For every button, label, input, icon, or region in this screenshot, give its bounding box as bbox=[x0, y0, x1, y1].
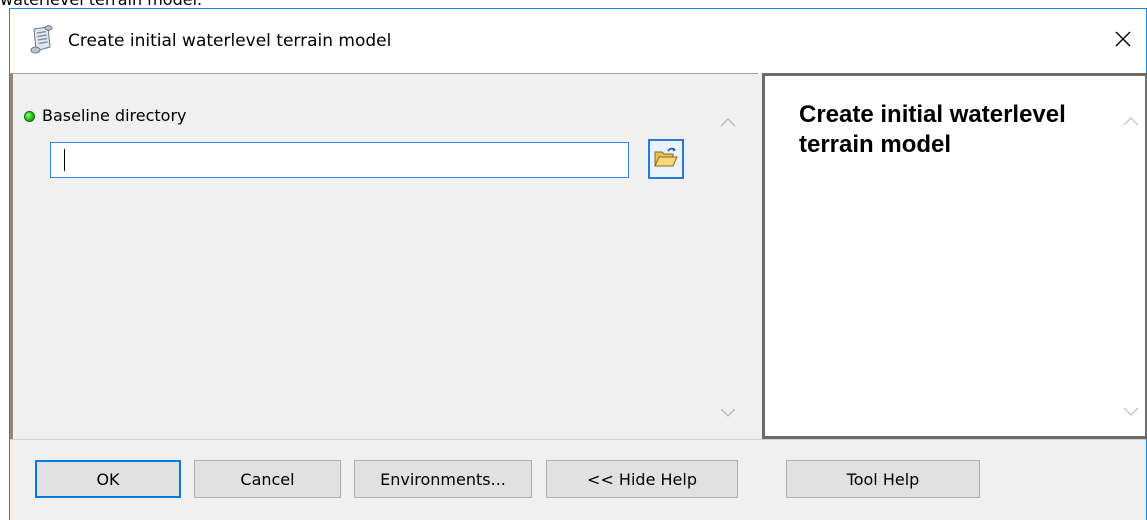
close-icon bbox=[1114, 30, 1132, 52]
help-title: Create initial waterlevel terrain model bbox=[799, 101, 1066, 158]
window-title: Create initial waterlevel terrain model bbox=[68, 31, 392, 51]
baseline-directory-input[interactable] bbox=[50, 142, 629, 178]
toolbox-script-icon bbox=[28, 25, 56, 55]
help-scrollbar[interactable] bbox=[1119, 81, 1143, 416]
parameters-pane: Baseline directory bbox=[10, 73, 758, 439]
required-parameter-dot-icon bbox=[24, 110, 35, 122]
help-pane: Create initial waterlevel terrain model bbox=[762, 73, 1147, 439]
help-scroll-down-icon[interactable] bbox=[1123, 402, 1139, 421]
pane-left-border bbox=[10, 74, 13, 439]
scroll-down-icon[interactable] bbox=[720, 403, 736, 422]
open-folder-icon bbox=[653, 145, 679, 173]
parameters-scrollbar[interactable] bbox=[716, 82, 740, 417]
tool-help-button[interactable]: Tool Help bbox=[786, 460, 980, 498]
help-scroll-up-icon[interactable] bbox=[1123, 111, 1139, 130]
dialog-button-bar: OK Cancel Environments... << Hide Help T… bbox=[10, 439, 1146, 520]
baseline-directory-label: Baseline directory bbox=[42, 106, 187, 125]
scroll-up-icon[interactable] bbox=[720, 112, 736, 131]
geoprocessing-dialog: Create initial waterlevel terrain model … bbox=[9, 8, 1147, 520]
hide-help-button[interactable]: << Hide Help bbox=[546, 460, 738, 498]
environments-button[interactable]: Environments... bbox=[354, 460, 532, 498]
title-bar[interactable]: Create initial waterlevel terrain model bbox=[10, 9, 1146, 73]
close-button[interactable] bbox=[1100, 9, 1146, 73]
ok-button[interactable]: OK bbox=[35, 460, 181, 498]
baseline-directory-parameter: Baseline directory bbox=[24, 106, 187, 126]
text-caret bbox=[64, 149, 65, 171]
cancel-button[interactable]: Cancel bbox=[194, 460, 341, 498]
browse-folder-button[interactable] bbox=[648, 139, 684, 179]
